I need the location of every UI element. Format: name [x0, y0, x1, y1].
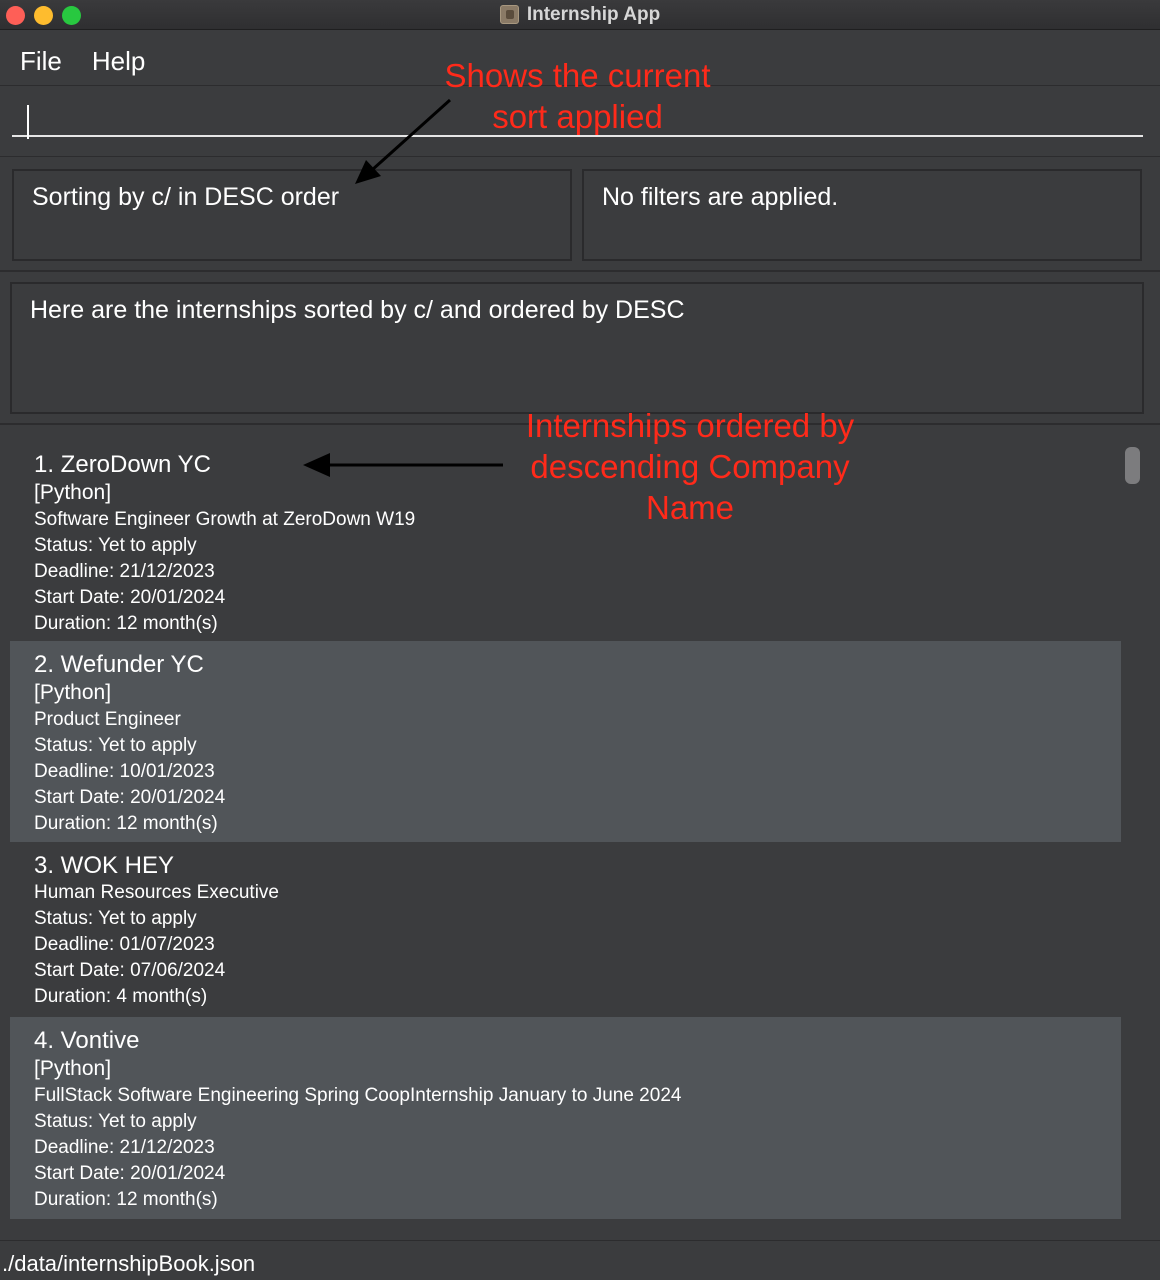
menu-help[interactable]: Help — [92, 46, 145, 77]
filter-status-text: No filters are applied. — [602, 183, 839, 211]
minimize-window-button[interactable] — [34, 6, 53, 25]
internship-start-date: Start Date: 20/01/2024 — [34, 787, 226, 808]
internship-company: 3. WOK HEY — [34, 852, 175, 879]
internship-deadline: Deadline: 21/12/2023 — [34, 1137, 215, 1158]
internship-card[interactable]: 4. Vontive [Python] FullStack Software E… — [10, 1017, 1121, 1219]
internship-card[interactable]: 3. WOK HEY Human Resources Executive Sta… — [10, 842, 1121, 1017]
sort-annotation: Shows the current sort applied — [444, 57, 711, 135]
internship-status: Status: Yet to apply — [34, 908, 197, 929]
internship-status: Status: Yet to apply — [34, 535, 197, 556]
internship-company: 4. Vontive — [34, 1027, 140, 1054]
text-caret — [27, 105, 29, 139]
sort-status-text: Sorting by c/ in DESC order — [32, 183, 340, 211]
internship-card[interactable]: 2. Wefunder YC [Python] Product Engineer… — [10, 641, 1121, 842]
internship-tag: [Python] — [34, 1057, 112, 1080]
status-bar: ./data/internshipBook.json — [0, 1240, 1160, 1280]
internship-role: Human Resources Executive — [34, 882, 279, 903]
app-icon — [499, 5, 519, 24]
title-bar: Internship App — [0, 0, 1160, 30]
internship-deadline: Deadline: 10/01/2023 — [34, 761, 215, 782]
internship-deadline: Deadline: 21/12/2023 — [34, 561, 215, 582]
divider — [0, 270, 1160, 272]
data-file-path: ./data/internshipBook.json — [2, 1251, 256, 1276]
internship-list[interactable]: 1. ZeroDown YC [Python] Software Enginee… — [10, 441, 1121, 1219]
internship-company: 2. Wefunder YC — [34, 651, 204, 678]
internship-start-date: Start Date: 20/01/2024 — [34, 587, 226, 608]
internship-status: Status: Yet to apply — [34, 735, 197, 756]
internship-tag: [Python] — [34, 681, 112, 704]
result-text: Here are the internships sorted by c/ an… — [30, 296, 685, 324]
internship-duration: Duration: 12 month(s) — [34, 813, 218, 834]
menu-file[interactable]: File — [20, 46, 62, 77]
sort-status-panel: Sorting by c/ in DESC order — [12, 169, 572, 261]
list-annotation: Internships ordered by descending Compan… — [525, 407, 855, 526]
internship-status: Status: Yet to apply — [34, 1111, 197, 1132]
scrollbar-thumb[interactable] — [1125, 447, 1140, 484]
filter-status-panel: No filters are applied. — [582, 169, 1142, 261]
internship-duration: Duration: 12 month(s) — [34, 613, 218, 634]
window-title-group: Internship App — [499, 3, 661, 26]
window-title: Internship App — [526, 3, 661, 25]
window-controls — [6, 6, 81, 25]
internship-role: FullStack Software Engineering Spring Co… — [34, 1085, 682, 1106]
internship-deadline: Deadline: 01/07/2023 — [34, 934, 215, 955]
close-window-button[interactable] — [6, 6, 25, 25]
zoom-window-button[interactable] — [62, 6, 81, 25]
result-display[interactable]: Here are the internships sorted by c/ an… — [10, 282, 1144, 414]
internship-start-date: Start Date: 07/06/2024 — [34, 960, 226, 981]
list-scrollbar[interactable] — [1121, 441, 1144, 1219]
internship-duration: Duration: 4 month(s) — [34, 986, 208, 1007]
internship-role: Product Engineer — [34, 709, 181, 730]
internship-start-date: Start Date: 20/01/2024 — [34, 1163, 226, 1184]
internship-duration: Duration: 12 month(s) — [34, 1189, 218, 1210]
